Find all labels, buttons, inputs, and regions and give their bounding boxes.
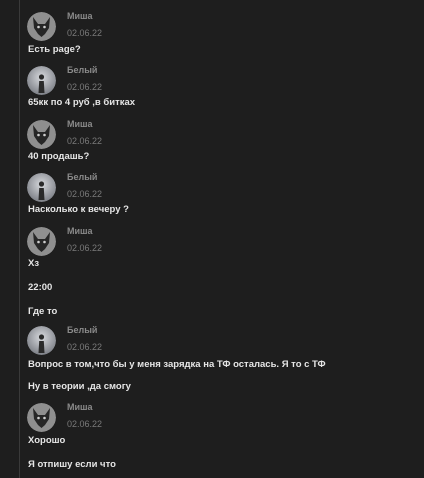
person-silhouette-avatar-icon[interactable] — [27, 66, 56, 95]
message-text: Где то — [28, 306, 58, 317]
message-text: Вопрос в том,что бы у меня зарядка на ТФ… — [28, 359, 326, 370]
message-text: Ну в теории ,да смогу — [28, 381, 131, 392]
chat-thread: Миша 02.06.22 Есть page? Белый 02.06.22 … — [0, 0, 424, 478]
post-date: 02.06.22 — [67, 28, 103, 38]
message-text: Насколько к вечеру ? — [28, 204, 129, 215]
author-name[interactable]: Миша — [67, 119, 93, 129]
author-name[interactable]: Белый — [67, 325, 97, 335]
wolf-avatar-icon[interactable] — [27, 120, 56, 149]
message-text: Хорошо — [28, 435, 66, 446]
person-silhouette-avatar-icon[interactable] — [27, 326, 56, 355]
post-date: 02.06.22 — [67, 189, 103, 199]
post-date: 02.06.22 — [67, 243, 103, 253]
author-name[interactable]: Белый — [67, 65, 97, 75]
post-date: 02.06.22 — [67, 82, 103, 92]
post-date: 02.06.22 — [67, 136, 103, 146]
message-text: Я отпишу если что — [28, 459, 116, 470]
message-text: 40 продашь? — [28, 151, 90, 162]
thread-line — [19, 0, 20, 478]
wolf-avatar-icon[interactable] — [27, 227, 56, 256]
person-silhouette-avatar-icon[interactable] — [27, 173, 56, 202]
wolf-avatar-icon[interactable] — [27, 12, 56, 41]
author-name[interactable]: Белый — [67, 172, 97, 182]
wolf-avatar-icon[interactable] — [27, 403, 56, 432]
post-date: 02.06.22 — [67, 342, 103, 352]
post-date: 02.06.22 — [67, 419, 103, 429]
author-name[interactable]: Миша — [67, 402, 93, 412]
author-name[interactable]: Миша — [67, 11, 93, 21]
message-text: 65кк по 4 руб ,в битках — [28, 97, 136, 108]
message-text: Хз — [28, 258, 40, 269]
message-text: 22:00 — [28, 282, 53, 293]
author-name[interactable]: Миша — [67, 226, 93, 236]
message-text: Есть page? — [28, 44, 81, 55]
